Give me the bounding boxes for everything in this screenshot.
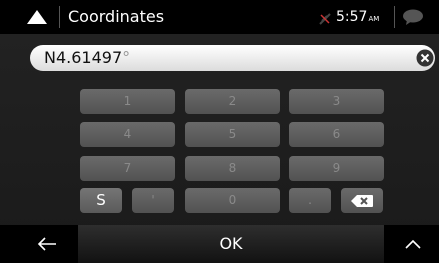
divider: [59, 6, 60, 28]
top-bar: Coordinates 5:57AM: [0, 0, 439, 34]
key-1[interactable]: 1: [80, 89, 175, 114]
key-4[interactable]: 4: [80, 122, 175, 147]
coordinate-value: N4.61497°: [44, 48, 130, 68]
clock-time: 5:57: [336, 9, 368, 25]
key-3[interactable]: 3: [289, 89, 384, 114]
page-title: Coordinates: [68, 7, 165, 26]
key-8[interactable]: 8: [185, 156, 280, 181]
key-5[interactable]: 5: [185, 122, 280, 147]
coordinates-screen: Coordinates 5:57AM N4.61497° 1 2 3 4 5 6…: [0, 0, 439, 263]
back-arrow-icon[interactable]: [34, 232, 60, 256]
message-icon[interactable]: [402, 8, 424, 26]
key-6[interactable]: 6: [289, 122, 384, 147]
key-0[interactable]: 0: [185, 188, 280, 213]
key-7[interactable]: 7: [80, 156, 175, 181]
coordinate-value-text: N4.61497: [44, 48, 123, 67]
key-2[interactable]: 2: [185, 89, 280, 114]
chevron-up-icon[interactable]: [400, 232, 426, 256]
up-arrow-icon[interactable]: [26, 8, 48, 26]
key-minute-mark[interactable]: ': [132, 188, 174, 213]
clear-icon[interactable]: [416, 49, 434, 67]
key-decimal[interactable]: .: [289, 188, 331, 213]
coordinate-input[interactable]: N4.61497°: [30, 45, 435, 71]
coordinate-unit: °: [122, 48, 131, 67]
key-hemisphere-s[interactable]: S: [80, 188, 122, 213]
divider: [394, 6, 395, 28]
clock: 5:57AM: [336, 8, 379, 28]
no-gps-signal-icon: [318, 11, 332, 25]
backspace-icon: [351, 195, 373, 207]
ok-button[interactable]: OK: [78, 225, 384, 263]
clock-ampm: AM: [368, 15, 380, 23]
key-9[interactable]: 9: [289, 156, 384, 181]
backspace-button[interactable]: [341, 188, 383, 213]
